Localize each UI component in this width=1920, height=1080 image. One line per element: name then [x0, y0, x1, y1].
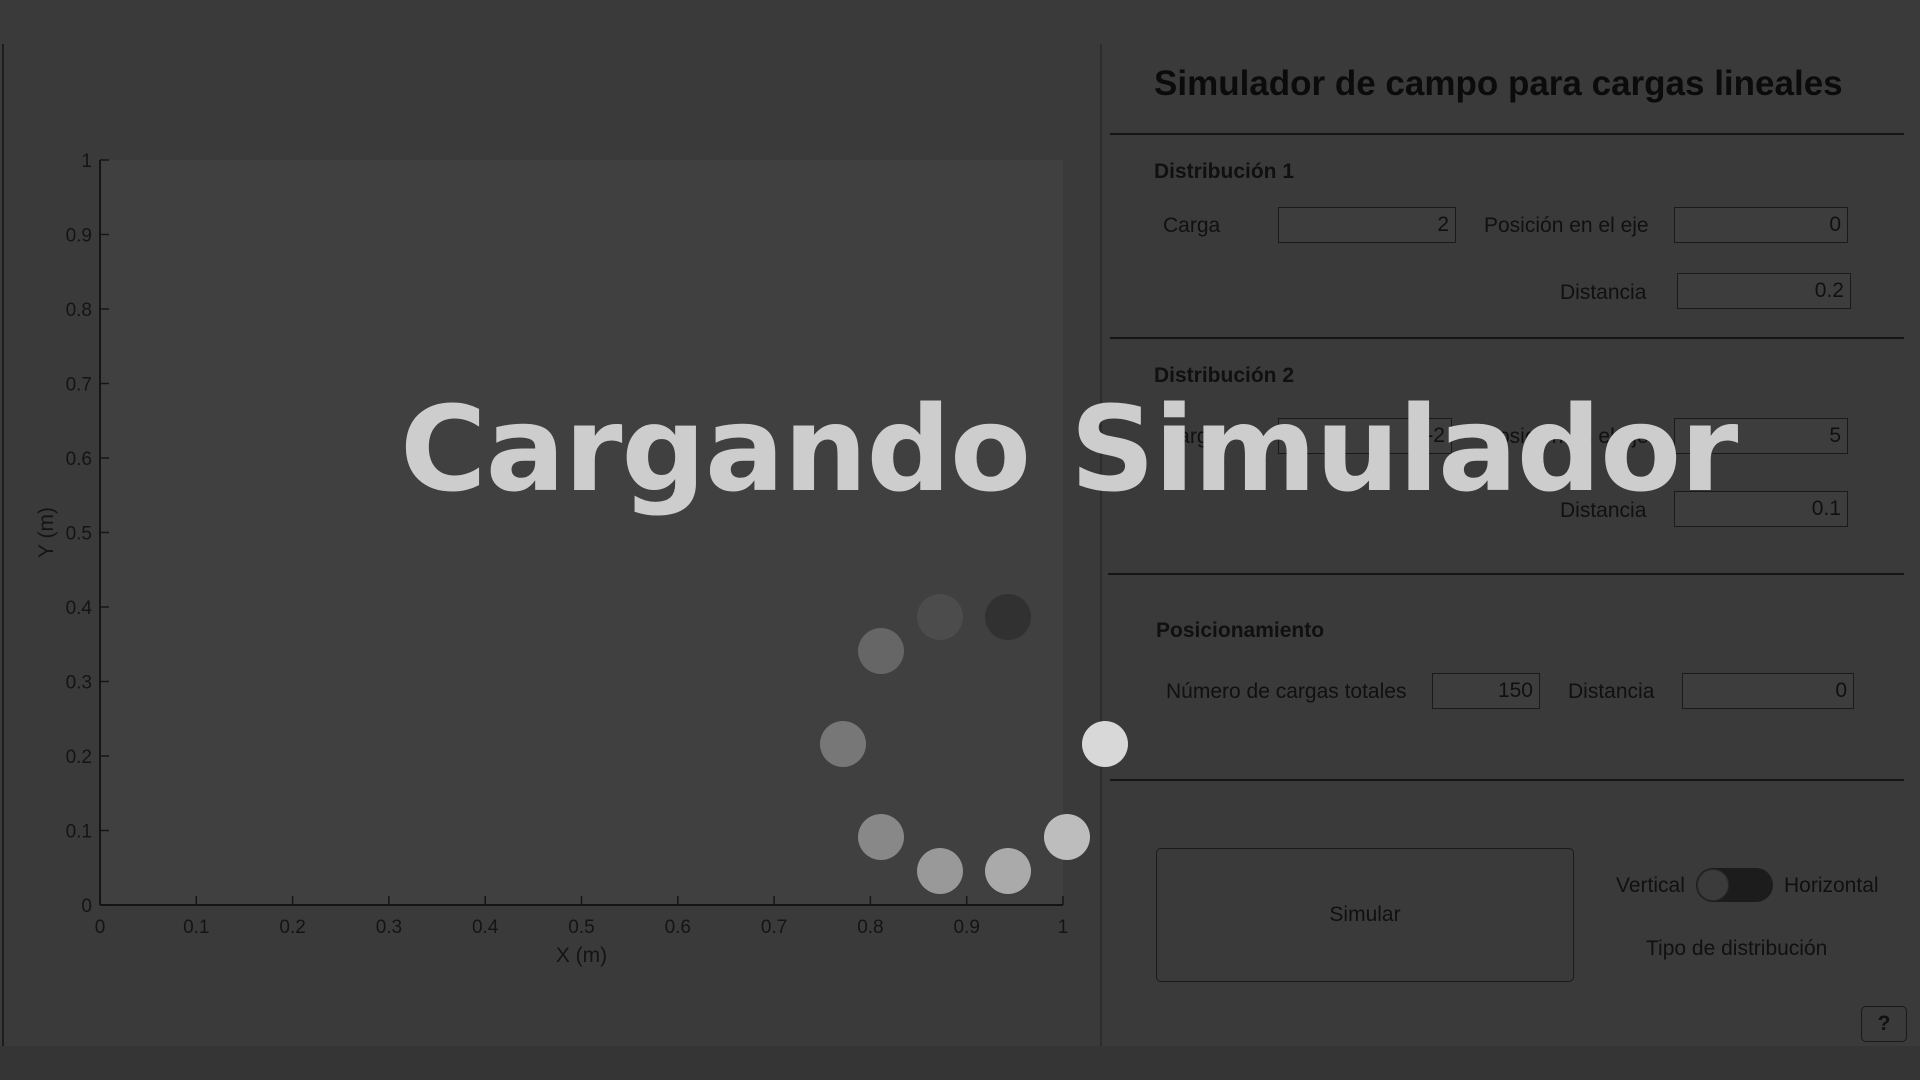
- spinner-dot: [984, 847, 1031, 894]
- app-title: Simulador de campo para cargas lineales: [1154, 64, 1843, 103]
- y-tick-label: 1: [81, 151, 92, 172]
- pos-distancia-label: Distancia: [1568, 680, 1655, 703]
- x-tick-label: 0: [95, 917, 106, 938]
- x-tick-label: 0.6: [665, 917, 691, 938]
- help-button[interactable]: ?: [1861, 1006, 1907, 1042]
- dist1-posicion-field[interactable]: 0: [1674, 207, 1848, 243]
- y-tick-label: 0.5: [66, 524, 92, 545]
- dist2-separator: [1108, 573, 1904, 575]
- panel-divider: [1100, 44, 1102, 1046]
- spinner-dot: [858, 813, 905, 860]
- toggle-knob[interactable]: [1697, 869, 1729, 901]
- spinner-dot: [917, 847, 964, 894]
- y-tick-label: 0.4: [66, 598, 93, 619]
- bottom-strip: [0, 1046, 1920, 1080]
- y-tick-label: 0.2: [66, 747, 92, 768]
- dist1-separator: [1110, 337, 1904, 339]
- y-tick-label: 0.6: [66, 449, 92, 470]
- simular-button[interactable]: Simular: [1156, 848, 1574, 982]
- pos-distancia-field[interactable]: 0: [1682, 673, 1854, 709]
- y-tick-label: 0.8: [66, 300, 92, 321]
- y-tick-label: 0.9: [66, 226, 92, 247]
- dist1-distancia-label: Distancia: [1560, 281, 1647, 304]
- toggle-caption: Tipo de distribución: [1646, 937, 1828, 960]
- pos-separator: [1110, 779, 1904, 781]
- dist1-title: Distribución 1: [1154, 160, 1295, 183]
- x-tick-label: 0.5: [568, 917, 594, 938]
- num-cargas-field[interactable]: 150: [1432, 673, 1540, 709]
- dist1-posicion-label: Posición en el eje: [1484, 214, 1649, 237]
- num-cargas-label: Número de cargas totales: [1166, 680, 1407, 703]
- distribution-type-toggle[interactable]: [1696, 868, 1773, 902]
- dist1-carga-label: Carga: [1163, 214, 1221, 237]
- y-tick-label: 0.7: [66, 375, 92, 396]
- title-separator: [1110, 133, 1904, 135]
- toggle-horizontal-label: Horizontal: [1784, 874, 1879, 897]
- x-tick-label: 0.2: [279, 917, 305, 938]
- x-tick-label: 0.1: [183, 917, 209, 938]
- dist1-carga-field[interactable]: 2: [1278, 207, 1456, 243]
- x-axis-label: X (m): [556, 944, 607, 967]
- x-tick-label: 0.7: [761, 917, 787, 938]
- x-tick-label: 0.4: [472, 917, 499, 938]
- x-tick-label: 0.3: [376, 917, 402, 938]
- x-tick-label: 1: [1058, 917, 1069, 938]
- loading-text: Cargando Simulador: [400, 380, 1738, 518]
- toggle-vertical-label: Vertical: [1616, 874, 1685, 897]
- spinner-dot: [1043, 813, 1090, 860]
- dist1-distancia-field[interactable]: 0.2: [1677, 273, 1851, 309]
- spinner-dot: [1082, 721, 1128, 767]
- y-tick-label: 0.1: [66, 822, 92, 843]
- x-tick-label: 0.9: [953, 917, 979, 938]
- y-axis-label: Y (m): [35, 507, 58, 558]
- y-tick-label: 0: [81, 896, 92, 917]
- x-tick-label: 0.8: [857, 917, 883, 938]
- y-tick-label: 0.3: [66, 673, 92, 694]
- spinner-dot: [820, 721, 866, 767]
- posicionamiento-title: Posicionamiento: [1156, 619, 1325, 642]
